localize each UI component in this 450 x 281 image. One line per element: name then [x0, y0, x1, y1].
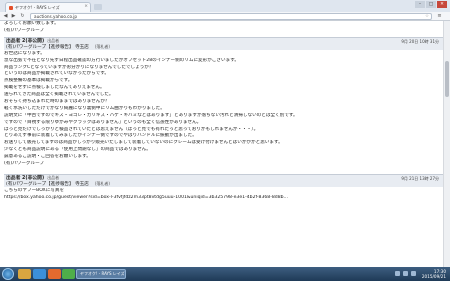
menu-wrench-icon[interactable]: ≡ [436, 13, 443, 20]
message-line: ぱっと見だけでしっかりと検品されていたとは思えません（ぱっと見でも有れたっと思っ… [4, 126, 259, 132]
message-recipient: (有)パワーグループ【進捗報告】 寺玉店 (落札者) [6, 181, 110, 188]
tab-close-icon[interactable]: × [84, 4, 88, 9]
message-body: こちらのヤフーBOXに写真を https://box.yahoo.co.jp/g… [4, 188, 443, 202]
taskbar-chrome-window[interactable]: ヤフオク! - RAYS レイズ [76, 269, 126, 279]
maximize-button[interactable]: □ [426, 1, 436, 8]
message-line: こちらのヤフーBOXに写真を [4, 187, 65, 193]
message-line: 誠意あるご説明・ご回答をお願いします。 [4, 154, 91, 160]
message-header: 出品者 2(非公開) 出品者 (有)パワーグループ【進捗報告】 寺玉店 (落札者) … [4, 173, 443, 188]
close-button[interactable]: ✕ [437, 1, 447, 8]
message-line: 掲載をせずに点検しましたなんてありえません。 [4, 85, 105, 91]
clock[interactable]: 17:30 2015/09/21 [421, 269, 446, 279]
message-thread: よろしくお願い致します。 (有)パワーグループ 出品者 2(非公開) 出品者 (有… [0, 21, 443, 267]
message-line: 急な出張で不在となり先ず日程出品確認の方行いましたがオフセット28のインナー側の… [4, 57, 239, 63]
windows-taskbar: ヤフオク! - RAYS レイズ 17:30 2015/09/21 [0, 267, 450, 281]
flag-icon[interactable] [411, 271, 416, 276]
browser-toolbar: ◀ ▶ ↻ auctions.yahoo.co.jp ☆ ≡ [0, 12, 450, 21]
message-line: ですので「目視する限りゆがみやクラックはありません」というのも全く信憑性がありま… [4, 119, 202, 125]
clock-date: 2015/09/21 [421, 273, 446, 279]
chrome-icon[interactable] [62, 269, 75, 279]
message-recipient: (有)パワーグループ【進捗報告】 寺玉店 (落札者) [6, 44, 110, 51]
scrollbar-thumb[interactable] [445, 61, 449, 97]
message-line: お送りして販売してますのは商品かしっかり販売いたしまして装着していないのにクレー… [4, 140, 283, 146]
system-tray [395, 271, 416, 276]
message-line: というのは商品が掲載されていなかったからです。 [4, 71, 109, 77]
message-header: 出品者 2(非公開) 出品者 (有)パワーグループ【進捗報告】 寺玉店 (落札者) … [4, 36, 443, 51]
message-line: 商品ランクCとなっていますがお分かりになりませんでしたでしょうか？ [4, 64, 154, 70]
message-body: お世話になります。 急な出張で不在となり先ず日程出品確認の方行いましたがオフセッ… [4, 51, 443, 168]
message-signature: (有)パワーグループ [4, 161, 45, 167]
yahoo-favicon-icon [9, 5, 13, 10]
message-date: 9月 21日 13時 27分 [401, 175, 439, 181]
browser-tab[interactable]: ヤフオク! - RAYS レイズ × [5, 2, 91, 12]
volume-icon[interactable] [403, 271, 408, 276]
start-button[interactable] [2, 268, 14, 280]
message-line: 説明文に「中古ですのでキズ・ヨゴレ・ガリキズ・ハゲ・キバミなどはあります」とあり… [4, 112, 298, 118]
back-arrow-icon[interactable]: ◀ [2, 13, 9, 20]
browser-titlebar: ヤフオク! - RAYS レイズ × – □ ✕ [0, 0, 450, 12]
message-line: 少なくとも商品説明にある「使用上問題なし」の商品ではありません。 [4, 147, 151, 153]
message-line: とりあえず事前に装着してみましたがインナー側ですのでやはりハンドルに振動が出まし… [4, 133, 197, 139]
message-line: おそらく持ち込まれた時のままではありませんか？ [4, 99, 110, 105]
ie-icon[interactable] [33, 269, 46, 279]
tab-title: ヤフオク! - RAYS レイズ [15, 4, 60, 10]
address-bar[interactable]: auctions.yahoo.co.jp ☆ [30, 13, 432, 20]
new-tab-button[interactable] [94, 4, 102, 10]
prev-message-line: (有)パワーグループ [4, 27, 45, 33]
page-scrollbar[interactable] [443, 21, 450, 267]
message-line: 送られてきた商品は全く掲載されていませんでした。 [4, 92, 114, 98]
address-url: auctions.yahoo.co.jp [34, 14, 78, 19]
forward-arrow-icon[interactable]: ▶ [10, 13, 17, 20]
prev-message-line: よろしくお願い致します。 [4, 21, 59, 26]
message-line: 点検整備の基本は掲載からです。 [4, 78, 73, 84]
minimize-button[interactable]: – [415, 1, 425, 8]
message-line: お世話になります。 [4, 50, 45, 56]
box-link[interactable]: https://box.yahoo.co.jp/guest/viewer?sid… [4, 195, 443, 202]
media-player-icon[interactable] [48, 269, 61, 279]
reload-icon[interactable]: ↻ [19, 13, 26, 20]
bookmark-star-icon[interactable]: ☆ [425, 14, 429, 20]
explorer-icon[interactable] [18, 269, 31, 279]
message-line: 軽く水洗いしただけでかなり綺麗になり裏側中にリム曲がりもわかりました。 [4, 105, 165, 111]
message-date: 9月 20日 10時 31分 [401, 38, 439, 44]
network-icon[interactable] [395, 271, 400, 276]
window-controls: – □ ✕ [415, 1, 447, 8]
